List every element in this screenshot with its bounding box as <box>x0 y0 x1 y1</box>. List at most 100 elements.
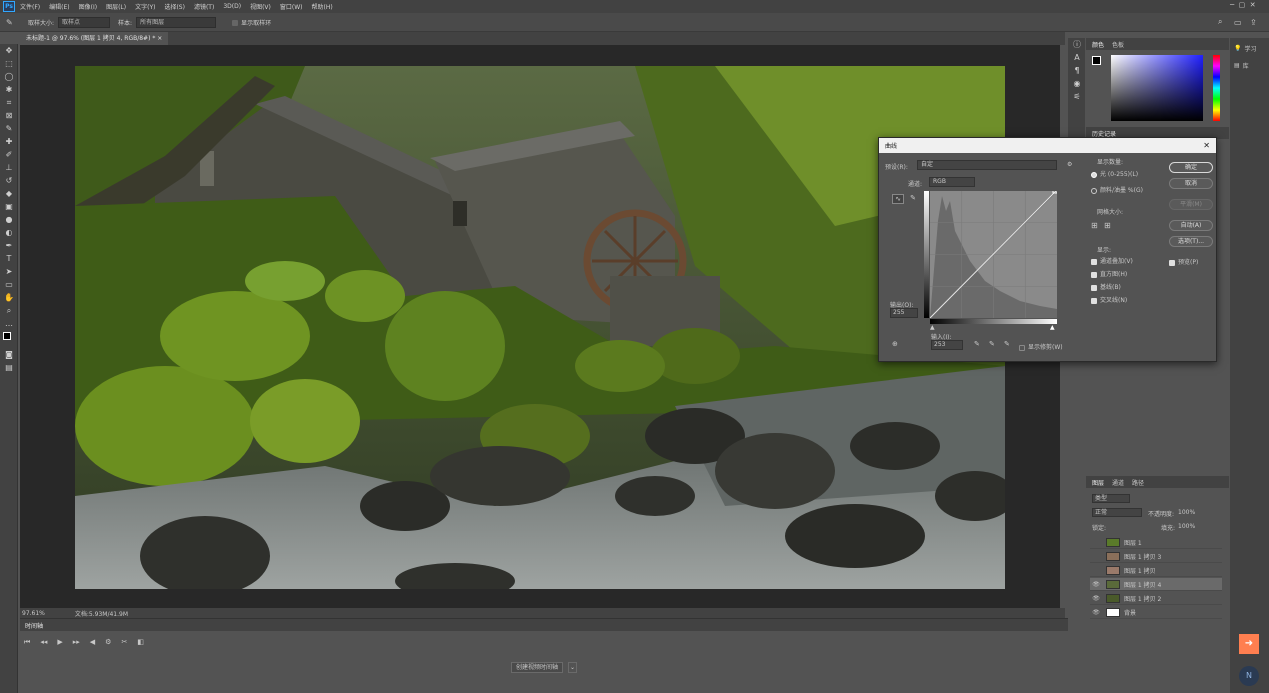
next-frame-icon[interactable]: ▸▸ <box>73 638 80 647</box>
foreground-swatch[interactable] <box>1092 56 1101 65</box>
timeline-tab[interactable]: 时间轴 <box>25 621 43 630</box>
prev-frame-icon[interactable]: ◂◂ <box>40 638 47 647</box>
options-button[interactable]: 选项(T)... <box>1169 236 1213 247</box>
info-icon[interactable]: ⓘ <box>1068 38 1086 51</box>
brush-tool-icon[interactable]: ✐ <box>0 148 18 161</box>
color-swatches[interactable] <box>0 330 18 348</box>
arrow-right-icon[interactable]: ➜ <box>1239 634 1259 654</box>
eye-icon[interactable]: 👁 <box>1090 595 1102 602</box>
black-eyedropper-icon[interactable]: ✎ <box>974 340 980 348</box>
healing-brush-icon[interactable]: ✚ <box>0 135 18 148</box>
white-eyedropper-icon[interactable]: ✎ <box>1004 340 1010 348</box>
baseline-checkbox[interactable]: 基线(B) <box>1091 282 1121 291</box>
quick-select-tool-icon[interactable]: ✱ <box>0 83 18 96</box>
history-brush-icon[interactable]: ↺ <box>0 174 18 187</box>
shape-tool-icon[interactable]: ▭ <box>0 278 18 291</box>
menu-file[interactable]: 文件(F) <box>20 2 40 11</box>
menu-edit[interactable]: 编辑(E) <box>49 2 69 11</box>
opacity-value[interactable]: 100% <box>1178 509 1195 516</box>
eyedropper-icon[interactable]: ✎ <box>0 122 18 135</box>
hand-tool-icon[interactable]: ✋ <box>0 291 18 304</box>
layer-row[interactable]: 👁 背景 <box>1090 606 1222 619</box>
eyedropper-tool-icon[interactable]: ✎ <box>6 18 13 27</box>
menu-select[interactable]: 选择(S) <box>164 2 185 11</box>
layer-row[interactable]: 👁 图层 1 拷贝 2 <box>1090 592 1222 605</box>
menu-3d[interactable]: 3D(D) <box>223 3 241 10</box>
cancel-button[interactable]: 取消 <box>1169 178 1213 189</box>
layer-row[interactable]: 图层 1 拷贝 3 <box>1090 550 1222 563</box>
preset-select[interactable]: 自定 <box>917 160 1057 170</box>
preview-checkbox[interactable]: 预览(P) <box>1169 257 1198 266</box>
blur-tool-icon[interactable]: ● <box>0 213 18 226</box>
eye-icon[interactable]: 👁 <box>1090 609 1102 616</box>
output-field[interactable]: 255 <box>890 308 918 318</box>
assistant-icon[interactable]: N <box>1239 666 1259 686</box>
color-picker-field[interactable] <box>1111 55 1203 121</box>
menu-view[interactable]: 视图(V) <box>250 2 271 11</box>
quick-mask-icon[interactable]: ◙ <box>0 348 18 361</box>
grid-simple-icon[interactable]: ⊞ <box>1091 221 1098 230</box>
doc-size[interactable]: 文档:5.93M/41.9M <box>75 609 128 618</box>
channel-select[interactable]: RGB <box>929 177 975 187</box>
menu-help[interactable]: 帮助(H) <box>312 2 333 11</box>
sample-size-select[interactable]: 取样点 <box>58 16 111 28</box>
marquee-tool-icon[interactable]: ⬚ <box>0 57 18 70</box>
close-icon[interactable]: ✕ <box>1203 141 1210 150</box>
show-sampling-ring-checkbox[interactable]: 显示取样环 <box>232 18 271 27</box>
menu-window[interactable]: 窗口(W) <box>280 2 303 11</box>
light-radio[interactable]: 光 (0-255)(L) <box>1091 169 1138 178</box>
pigment-radio[interactable]: 颜料/油墨 %(G) <box>1091 185 1143 194</box>
audio-icon[interactable]: ◀ <box>90 638 95 647</box>
paragraph-icon[interactable]: ¶ <box>1068 64 1086 77</box>
stamp-tool-icon[interactable]: ⊥ <box>0 161 18 174</box>
create-video-timeline-button[interactable]: 创建视频时间轴 <box>511 662 564 673</box>
tab-paths[interactable]: 路径 <box>1132 478 1144 487</box>
intersection-checkbox[interactable]: 交叉线(N) <box>1091 295 1127 304</box>
pen-tool-icon[interactable]: ✒ <box>0 239 18 252</box>
document-tab[interactable]: 未标题-1 @ 97.6% (图层 1 拷贝 4, RGB/8#) * × <box>20 32 169 45</box>
close-icon[interactable]: × <box>157 35 162 42</box>
adjust-icon[interactable]: ◉ <box>1068 77 1086 90</box>
auto-button[interactable]: 自动(A) <box>1169 220 1213 231</box>
search-icon[interactable]: ⌕ <box>1218 17 1222 27</box>
layer-row[interactable]: 图层 1 拷贝 <box>1090 564 1222 577</box>
sample-select[interactable]: 所有图层 <box>136 16 217 28</box>
pencil-tool-icon[interactable]: ✎ <box>908 194 918 204</box>
ok-button[interactable]: 确定 <box>1169 162 1213 173</box>
eraser-tool-icon[interactable]: ◆ <box>0 187 18 200</box>
tab-layers[interactable]: 图层 <box>1092 478 1104 487</box>
first-frame-icon[interactable]: ⏮ <box>24 638 30 647</box>
learn-button[interactable]: 💡 学习 <box>1230 38 1269 59</box>
gray-eyedropper-icon[interactable]: ✎ <box>989 340 995 348</box>
transition-icon[interactable]: ◧ <box>137 638 144 647</box>
tab-swatches[interactable]: 色板 <box>1112 40 1124 49</box>
tab-channels[interactable]: 通道 <box>1112 478 1124 487</box>
menu-layer[interactable]: 图层(L) <box>106 2 126 11</box>
dodge-tool-icon[interactable]: ◐ <box>0 226 18 239</box>
split-icon[interactable]: ✂ <box>121 638 127 647</box>
smooth-button[interactable]: 平滑(M) <box>1169 199 1213 210</box>
tab-color[interactable]: 颜色 <box>1092 40 1104 49</box>
zoom-level[interactable]: 97.61% <box>22 610 45 617</box>
properties-icon[interactable]: ⚟ <box>1068 90 1086 103</box>
canvas-image[interactable] <box>75 66 1005 589</box>
channel-overlays-checkbox[interactable]: 通道叠加(V) <box>1091 256 1133 265</box>
more-tools-icon[interactable]: … <box>0 317 18 330</box>
black-slider-icon[interactable]: ▲ <box>930 324 935 331</box>
menu-image[interactable]: 图像(I) <box>79 2 97 11</box>
zoom-tool-icon[interactable]: ⌕ <box>0 304 18 317</box>
eye-icon[interactable]: 👁 <box>1090 581 1102 588</box>
type-tool-icon[interactable]: T <box>0 252 18 265</box>
blend-mode-select[interactable]: 正常 <box>1092 508 1142 517</box>
settings-icon[interactable]: ⚙ <box>105 638 111 647</box>
lasso-tool-icon[interactable]: ◯ <box>0 70 18 83</box>
chevron-down-icon[interactable]: ⌄ <box>568 662 577 673</box>
character-icon[interactable]: A <box>1068 51 1086 64</box>
play-icon[interactable]: ▶ <box>57 638 62 647</box>
libraries-button[interactable]: ▤ 库 <box>1230 59 1269 72</box>
hue-slider[interactable] <box>1213 55 1220 121</box>
input-field[interactable]: 253 <box>931 340 963 350</box>
layer-filter-kind[interactable]: 类型 <box>1092 494 1130 503</box>
curve-point-tool-icon[interactable]: ∿ <box>892 194 904 204</box>
crop-tool-icon[interactable]: ⌗ <box>0 96 18 109</box>
